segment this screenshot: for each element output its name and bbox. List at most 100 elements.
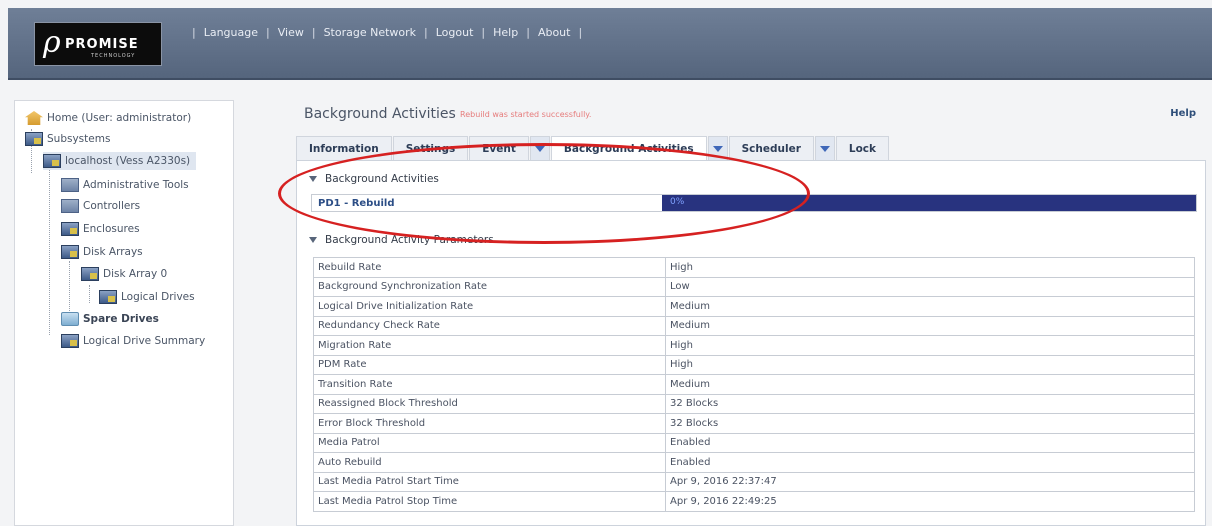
table-row: Auto Rebuild Enabled — [313, 452, 1195, 473]
section-background-activity-parameters[interactable]: Background Activity Parameters — [309, 234, 494, 246]
table-row: Background Synchronization Rate Low — [313, 276, 1195, 297]
tab-lock[interactable]: Lock — [835, 136, 890, 160]
progress-text: 0% — [670, 197, 685, 207]
promise-logo[interactable]: ρ PROMISE TECHNOLOGY — [34, 22, 162, 66]
table-row: Rebuild Rate High — [313, 257, 1195, 278]
param-value: High — [665, 257, 1195, 278]
tools-icon — [61, 178, 79, 192]
parameters-table: Rebuild Rate High Background Synchronizati… — [313, 257, 1195, 512]
tree-item-home[interactable]: Home (User: administrator) — [25, 109, 191, 127]
help-link[interactable]: Help — [1170, 108, 1196, 119]
tree-item-label: Disk Array 0 — [103, 268, 168, 280]
param-value: Apr 9, 2016 22:37:47 — [665, 471, 1195, 492]
tree-item-subsystems[interactable]: Subsystems — [25, 130, 110, 148]
host-icon — [43, 154, 61, 168]
activity-row[interactable]: PD1 - Rebuild 0% — [311, 194, 1197, 212]
param-name: Last Media Patrol Start Time — [313, 471, 666, 492]
tab-content: Background Activities PD1 - Rebuild 0% B… — [296, 160, 1206, 526]
table-row: Logical Drive Initialization Rate Medium — [313, 296, 1195, 317]
tab-event[interactable]: Event — [469, 136, 529, 160]
top-menu: | Language | View | Storage Network | Lo… — [192, 26, 583, 39]
menu-about[interactable]: About — [538, 26, 571, 39]
table-row: Redundancy Check Rate Medium — [313, 315, 1195, 336]
param-value: 32 Blocks — [665, 393, 1195, 414]
param-name: Reassigned Block Threshold — [313, 393, 666, 414]
logical-drives-icon — [99, 290, 117, 304]
param-value: High — [665, 354, 1195, 375]
tree-item-administrative-tools[interactable]: Administrative Tools — [61, 176, 189, 194]
table-row: Error Block Threshold 32 Blocks — [313, 413, 1195, 434]
param-name: Logical Drive Initialization Rate — [313, 296, 666, 317]
menu-help[interactable]: Help — [493, 26, 518, 39]
param-value: Apr 9, 2016 22:49:25 — [665, 491, 1195, 512]
param-name: Media Patrol — [313, 432, 666, 453]
home-icon — [25, 111, 43, 125]
tree-item-logical-drive-summary[interactable]: Logical Drive Summary — [61, 332, 205, 350]
menu-logout[interactable]: Logout — [436, 26, 474, 39]
page-title: Background Activities — [304, 106, 456, 122]
param-value: Enabled — [665, 432, 1195, 453]
rebuild-progress-bar: 0% — [662, 195, 1196, 211]
param-value: 32 Blocks — [665, 413, 1195, 434]
tree-item-enclosures[interactable]: Enclosures — [61, 220, 140, 238]
tree-item-label: Spare Drives — [83, 313, 159, 325]
disk-array-icon — [81, 267, 99, 281]
tree-item-label: Subsystems — [47, 133, 111, 145]
tab-background-activities[interactable]: Background Activities — [550, 136, 707, 160]
menu-storage-network[interactable]: Storage Network — [324, 26, 416, 39]
tab-information[interactable]: Information — [296, 136, 392, 160]
table-row: Migration Rate High — [313, 335, 1195, 356]
tree-item-label: Controllers — [83, 200, 141, 212]
tree-item-logical-drives[interactable]: Logical Drives — [99, 288, 195, 306]
tab-settings[interactable]: Settings — [392, 136, 469, 160]
activity-label[interactable]: PD1 - Rebuild — [312, 195, 662, 211]
tree-item-label: Disk Arrays — [83, 246, 143, 258]
controller-icon — [61, 199, 79, 213]
tab-event-dropdown-icon[interactable] — [529, 136, 550, 160]
param-name: Auto Rebuild — [313, 452, 666, 473]
param-value: Medium — [665, 296, 1195, 317]
param-name: Error Block Threshold — [313, 413, 666, 434]
table-row: Media Patrol Enabled — [313, 432, 1195, 453]
param-name: Redundancy Check Rate — [313, 315, 666, 336]
section-background-activities[interactable]: Background Activities — [309, 173, 439, 185]
logo-brand: PROMISE — [65, 37, 139, 52]
logo-subtitle: TECHNOLOGY — [91, 53, 136, 59]
subsystem-icon — [25, 132, 43, 146]
tab-scheduler-dropdown-icon[interactable] — [814, 136, 835, 160]
param-name: Rebuild Rate — [313, 257, 666, 278]
tree-item-label: localhost (Vess A2330s) — [65, 155, 191, 167]
tree-item-label: Administrative Tools — [83, 179, 189, 191]
param-value: Medium — [665, 315, 1195, 336]
param-name: Background Synchronization Rate — [313, 276, 666, 297]
tab-bar: Information Settings Event Background Ac… — [296, 136, 890, 160]
main-panel: Background Activities Rebuild was starte… — [296, 100, 1212, 526]
tree-item-disk-arrays[interactable]: Disk Arrays — [61, 243, 143, 261]
tree-item-controllers[interactable]: Controllers — [61, 197, 140, 215]
enclosure-icon — [61, 222, 79, 236]
tree-item-label: Logical Drives — [121, 291, 195, 303]
menu-language[interactable]: Language — [204, 26, 258, 39]
tree-item-spare-drives[interactable]: Spare Drives — [61, 310, 159, 328]
table-row: Reassigned Block Threshold 32 Blocks — [313, 393, 1195, 414]
param-name: PDM Rate — [313, 354, 666, 375]
table-row: Last Media Patrol Start Time Apr 9, 2016 … — [313, 471, 1195, 492]
status-message: Rebuild was started successfully. — [460, 110, 592, 119]
table-row: Last Media Patrol Stop Time Apr 9, 2016 2… — [313, 491, 1195, 512]
param-name: Transition Rate — [313, 374, 666, 395]
spare-drives-icon — [61, 312, 79, 326]
param-name: Last Media Patrol Stop Time — [313, 491, 666, 512]
tree-item-label: Logical Drive Summary — [83, 335, 206, 347]
logo-mark-icon: ρ — [43, 25, 61, 60]
tree-item-disk-array-0[interactable]: Disk Array 0 — [81, 265, 167, 283]
app-window: ρ PROMISE TECHNOLOGY | Language | View |… — [0, 0, 1212, 526]
disk-arrays-icon — [61, 245, 79, 259]
param-value: Medium — [665, 374, 1195, 395]
tab-background-activities-dropdown-icon[interactable] — [707, 136, 728, 160]
tree-item-localhost[interactable]: localhost (Vess A2330s) — [43, 152, 197, 170]
summary-icon — [61, 334, 79, 348]
header-bar: ρ PROMISE TECHNOLOGY | Language | View |… — [8, 8, 1212, 80]
table-row: Transition Rate Medium — [313, 374, 1195, 395]
tab-scheduler[interactable]: Scheduler — [728, 136, 814, 160]
menu-view[interactable]: View — [278, 26, 304, 39]
